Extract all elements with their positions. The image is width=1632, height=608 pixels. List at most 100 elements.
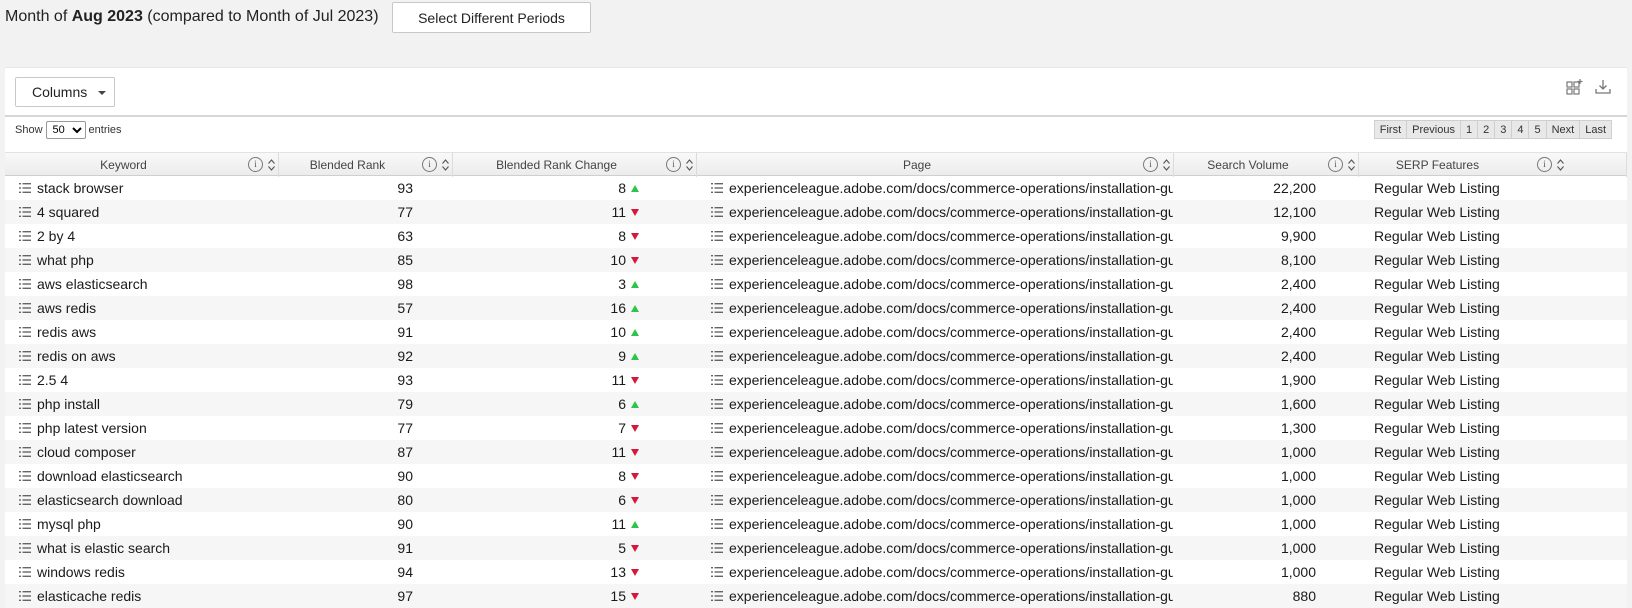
page-cell[interactable]: experienceleague.adobe.com/docs/commerce… bbox=[729, 392, 1173, 416]
pager-previous[interactable]: Previous bbox=[1406, 120, 1461, 139]
keyword-cell: stack browser bbox=[37, 180, 124, 196]
info-icon[interactable]: i bbox=[248, 157, 263, 172]
info-icon[interactable]: i bbox=[422, 157, 437, 172]
list-icon[interactable] bbox=[19, 231, 31, 241]
list-icon[interactable] bbox=[711, 231, 723, 241]
list-icon[interactable] bbox=[19, 447, 31, 457]
table-header: Keyword i Blended Rank i Blended Rank Change… bbox=[5, 152, 1627, 177]
columns-dropdown-button[interactable]: Columns bbox=[15, 77, 115, 107]
list-icon[interactable] bbox=[19, 327, 31, 337]
sort-icon[interactable] bbox=[268, 159, 275, 171]
list-icon[interactable] bbox=[711, 183, 723, 193]
list-icon[interactable] bbox=[711, 279, 723, 289]
info-icon[interactable]: i bbox=[666, 157, 681, 172]
grid-add-icon[interactable] bbox=[1566, 78, 1584, 96]
page-cell[interactable]: experienceleague.adobe.com/docs/commerce… bbox=[729, 368, 1173, 392]
list-icon[interactable] bbox=[19, 471, 31, 481]
list-icon[interactable] bbox=[19, 423, 31, 433]
info-icon[interactable]: i bbox=[1143, 157, 1158, 172]
list-icon[interactable] bbox=[711, 255, 723, 265]
list-icon[interactable] bbox=[19, 279, 31, 289]
list-icon[interactable] bbox=[19, 495, 31, 505]
blended-rank-cell: 57 bbox=[397, 300, 413, 316]
pager-4[interactable]: 4 bbox=[1511, 120, 1530, 139]
list-icon[interactable] bbox=[711, 207, 723, 217]
sort-icon[interactable] bbox=[1348, 159, 1355, 171]
download-icon[interactable] bbox=[1594, 78, 1612, 96]
column-header-page[interactable]: Page i bbox=[697, 153, 1174, 177]
keyword-cell: 2.5 4 bbox=[37, 372, 69, 388]
column-header-blended-rank[interactable]: Blended Rank i bbox=[279, 153, 453, 177]
page-cell[interactable]: experienceleague.adobe.com/docs/commerce… bbox=[729, 512, 1173, 536]
page-cell[interactable]: experienceleague.adobe.com/docs/commerce… bbox=[729, 272, 1173, 296]
page-cell[interactable]: experienceleague.adobe.com/docs/commerce… bbox=[729, 464, 1173, 488]
serp-features-cell: Regular Web Listing bbox=[1374, 396, 1500, 412]
column-header-keyword[interactable]: Keyword i bbox=[5, 153, 279, 177]
list-icon[interactable] bbox=[711, 519, 723, 529]
sort-icon[interactable] bbox=[686, 159, 693, 171]
list-icon[interactable] bbox=[711, 399, 723, 409]
info-icon[interactable]: i bbox=[1328, 157, 1343, 172]
caret-down-icon bbox=[98, 91, 106, 95]
list-icon[interactable] bbox=[711, 495, 723, 505]
list-icon[interactable] bbox=[711, 471, 723, 481]
list-icon[interactable] bbox=[19, 375, 31, 385]
page-cell[interactable]: experienceleague.adobe.com/docs/commerce… bbox=[729, 584, 1173, 608]
search-volume-cell: 8,100 bbox=[1280, 252, 1316, 268]
sort-icon[interactable] bbox=[442, 159, 449, 171]
column-header-blended-rank-change[interactable]: Blended Rank Change i bbox=[453, 153, 697, 177]
list-icon[interactable] bbox=[711, 567, 723, 577]
list-icon[interactable] bbox=[19, 567, 31, 577]
list-icon[interactable] bbox=[711, 327, 723, 337]
list-icon[interactable] bbox=[711, 375, 723, 385]
info-icon[interactable]: i bbox=[1537, 157, 1552, 172]
rank-change-cell: 6 bbox=[453, 488, 639, 512]
pager-1[interactable]: 1 bbox=[1459, 120, 1479, 139]
pager-3[interactable]: 3 bbox=[1494, 120, 1513, 139]
page-cell[interactable]: experienceleague.adobe.com/docs/commerce… bbox=[729, 488, 1173, 512]
select-periods-button[interactable]: Select Different Periods bbox=[392, 2, 591, 33]
serp-features-cell: Regular Web Listing bbox=[1374, 444, 1500, 460]
list-icon[interactable] bbox=[711, 591, 723, 601]
page-cell[interactable]: experienceleague.adobe.com/docs/commerce… bbox=[729, 440, 1173, 464]
list-icon[interactable] bbox=[19, 543, 31, 553]
list-icon[interactable] bbox=[19, 591, 31, 601]
page-cell[interactable]: experienceleague.adobe.com/docs/commerce… bbox=[729, 224, 1173, 248]
list-icon[interactable] bbox=[19, 255, 31, 265]
list-icon[interactable] bbox=[711, 351, 723, 361]
page-cell[interactable]: experienceleague.adobe.com/docs/commerce… bbox=[729, 248, 1173, 272]
pager-first[interactable]: First bbox=[1373, 120, 1408, 139]
pager-2[interactable]: 2 bbox=[1477, 120, 1496, 139]
page-cell[interactable]: experienceleague.adobe.com/docs/commerce… bbox=[729, 536, 1173, 560]
blended-rank-cell: 90 bbox=[397, 516, 413, 532]
list-icon[interactable] bbox=[19, 207, 31, 217]
list-icon[interactable] bbox=[19, 303, 31, 313]
table-row: 4 squared 77 11 experienceleague.adobe.com/… bbox=[5, 200, 1627, 224]
column-header-search-volume[interactable]: Search Volume i bbox=[1174, 153, 1359, 177]
page-cell[interactable]: experienceleague.adobe.com/docs/commerce… bbox=[729, 344, 1173, 368]
list-icon[interactable] bbox=[711, 543, 723, 553]
list-icon[interactable] bbox=[19, 399, 31, 409]
table-row: cloud composer 87 11 experienceleague.adobe… bbox=[5, 440, 1627, 464]
page-cell[interactable]: experienceleague.adobe.com/docs/commerce… bbox=[729, 416, 1173, 440]
pager-5[interactable]: 5 bbox=[1528, 120, 1547, 139]
list-icon[interactable] bbox=[19, 519, 31, 529]
page-cell[interactable]: experienceleague.adobe.com/docs/commerce… bbox=[729, 320, 1173, 344]
column-header-serp-features[interactable]: SERP Features i bbox=[1359, 153, 1627, 177]
list-icon[interactable] bbox=[711, 303, 723, 313]
serp-features-cell: Regular Web Listing bbox=[1374, 300, 1500, 316]
rank-change-cell: 15 bbox=[453, 584, 639, 608]
page-cell[interactable]: experienceleague.adobe.com/docs/commerce… bbox=[729, 296, 1173, 320]
pager-next[interactable]: Next bbox=[1545, 120, 1581, 139]
list-icon[interactable] bbox=[19, 183, 31, 193]
entries-select[interactable]: 50 bbox=[45, 121, 86, 139]
sort-icon[interactable] bbox=[1557, 159, 1564, 171]
sort-icon[interactable] bbox=[1163, 159, 1170, 171]
list-icon[interactable] bbox=[711, 447, 723, 457]
pager-last[interactable]: Last bbox=[1579, 120, 1612, 139]
page-cell[interactable]: experienceleague.adobe.com/docs/commerce… bbox=[729, 200, 1173, 224]
list-icon[interactable] bbox=[19, 351, 31, 361]
page-cell[interactable]: experienceleague.adobe.com/docs/commerce… bbox=[729, 560, 1173, 584]
list-icon[interactable] bbox=[711, 423, 723, 433]
page-cell[interactable]: experienceleague.adobe.com/docs/commerce… bbox=[729, 176, 1173, 200]
